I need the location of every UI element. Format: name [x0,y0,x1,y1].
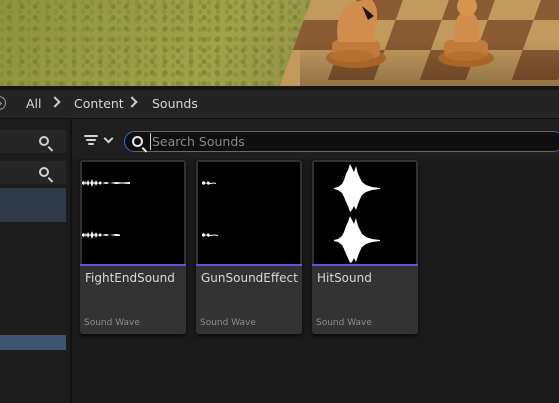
asset-name: HitSound [317,271,372,285]
folder-tree-item-selected[interactable] [0,335,66,350]
sources-panel [0,119,72,403]
asset-type: Sound Wave [316,318,372,328]
search-icon[interactable] [39,136,49,146]
breadcrumb: All Content Sounds [0,90,559,119]
search-input[interactable] [150,133,552,150]
waveform-thumbnail [198,162,300,264]
favorites-search-row[interactable] [0,130,66,153]
chevron-down-icon [103,133,114,144]
search-icon [132,136,143,147]
asset-tile-fightendsound[interactable]: FightEndSound Sound Wave [80,160,186,334]
asset-type-accent [80,264,186,266]
filter-icon [84,135,98,137]
asset-type: Sound Wave [84,318,140,328]
asset-view: FightEndSound Sound Wave GunSoundEffect … [72,119,559,403]
waveform-thumbnail [314,162,416,264]
breadcrumb-item-all[interactable]: All [26,96,42,111]
history-nav-icon[interactable] [0,96,6,110]
breadcrumb-item-sounds[interactable]: Sounds [152,96,198,111]
asset-toolbar [72,119,559,159]
folder-tree-item[interactable] [0,188,66,222]
folder-search-row[interactable] [0,161,66,184]
asset-tile-hitsound[interactable]: HitSound Sound Wave [312,160,418,334]
waveform-thumbnail [82,162,184,264]
asset-type: Sound Wave [200,318,256,328]
asset-tile-gunsoundeffect[interactable]: GunSoundEffect Sound Wave [196,160,302,334]
asset-name: GunSoundEffect [201,271,298,285]
asset-type-accent [196,264,302,266]
breadcrumb-item-content[interactable]: Content [74,96,124,111]
chevron-right-icon[interactable] [49,96,61,108]
search-icon[interactable] [39,167,49,177]
asset-type-accent [312,264,418,266]
filter-button[interactable] [82,131,116,149]
search-box[interactable] [124,131,559,152]
asset-name: FightEndSound [85,271,175,285]
chess-knight-piece [326,0,386,68]
chevron-right-icon[interactable] [126,96,138,108]
viewport-preview[interactable] [0,0,559,86]
chess-pawn-piece [438,0,494,67]
